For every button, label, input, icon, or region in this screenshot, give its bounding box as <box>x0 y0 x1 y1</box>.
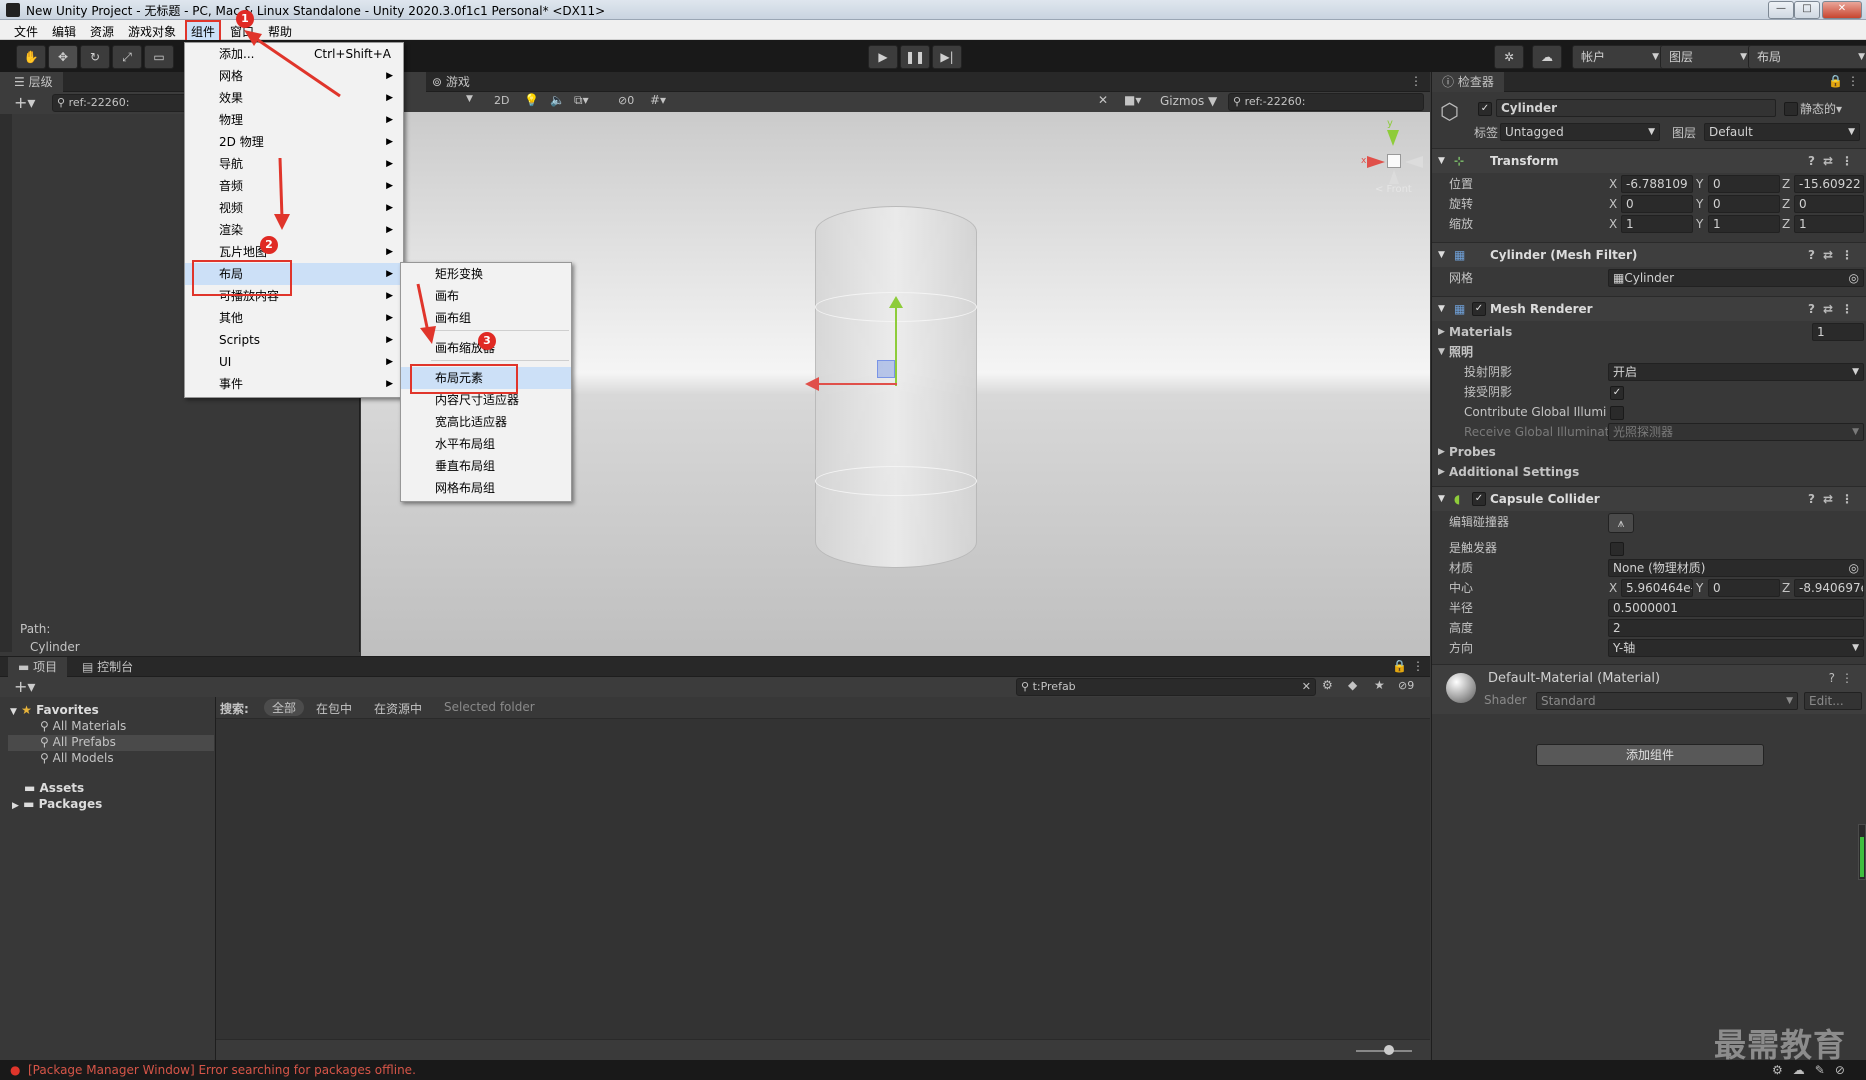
arrow-line <box>251 34 341 98</box>
arrow-head-icon <box>420 326 436 344</box>
arrow-head-icon <box>244 30 262 46</box>
step-badge-1: 1 <box>236 10 254 28</box>
arrow-line <box>278 157 284 219</box>
annotation-arrows <box>244 30 436 344</box>
arrow-head-icon <box>274 214 290 230</box>
step-badge-3: 3 <box>478 332 496 350</box>
arrow-line <box>416 283 430 333</box>
step-badge-2: 2 <box>260 236 278 254</box>
